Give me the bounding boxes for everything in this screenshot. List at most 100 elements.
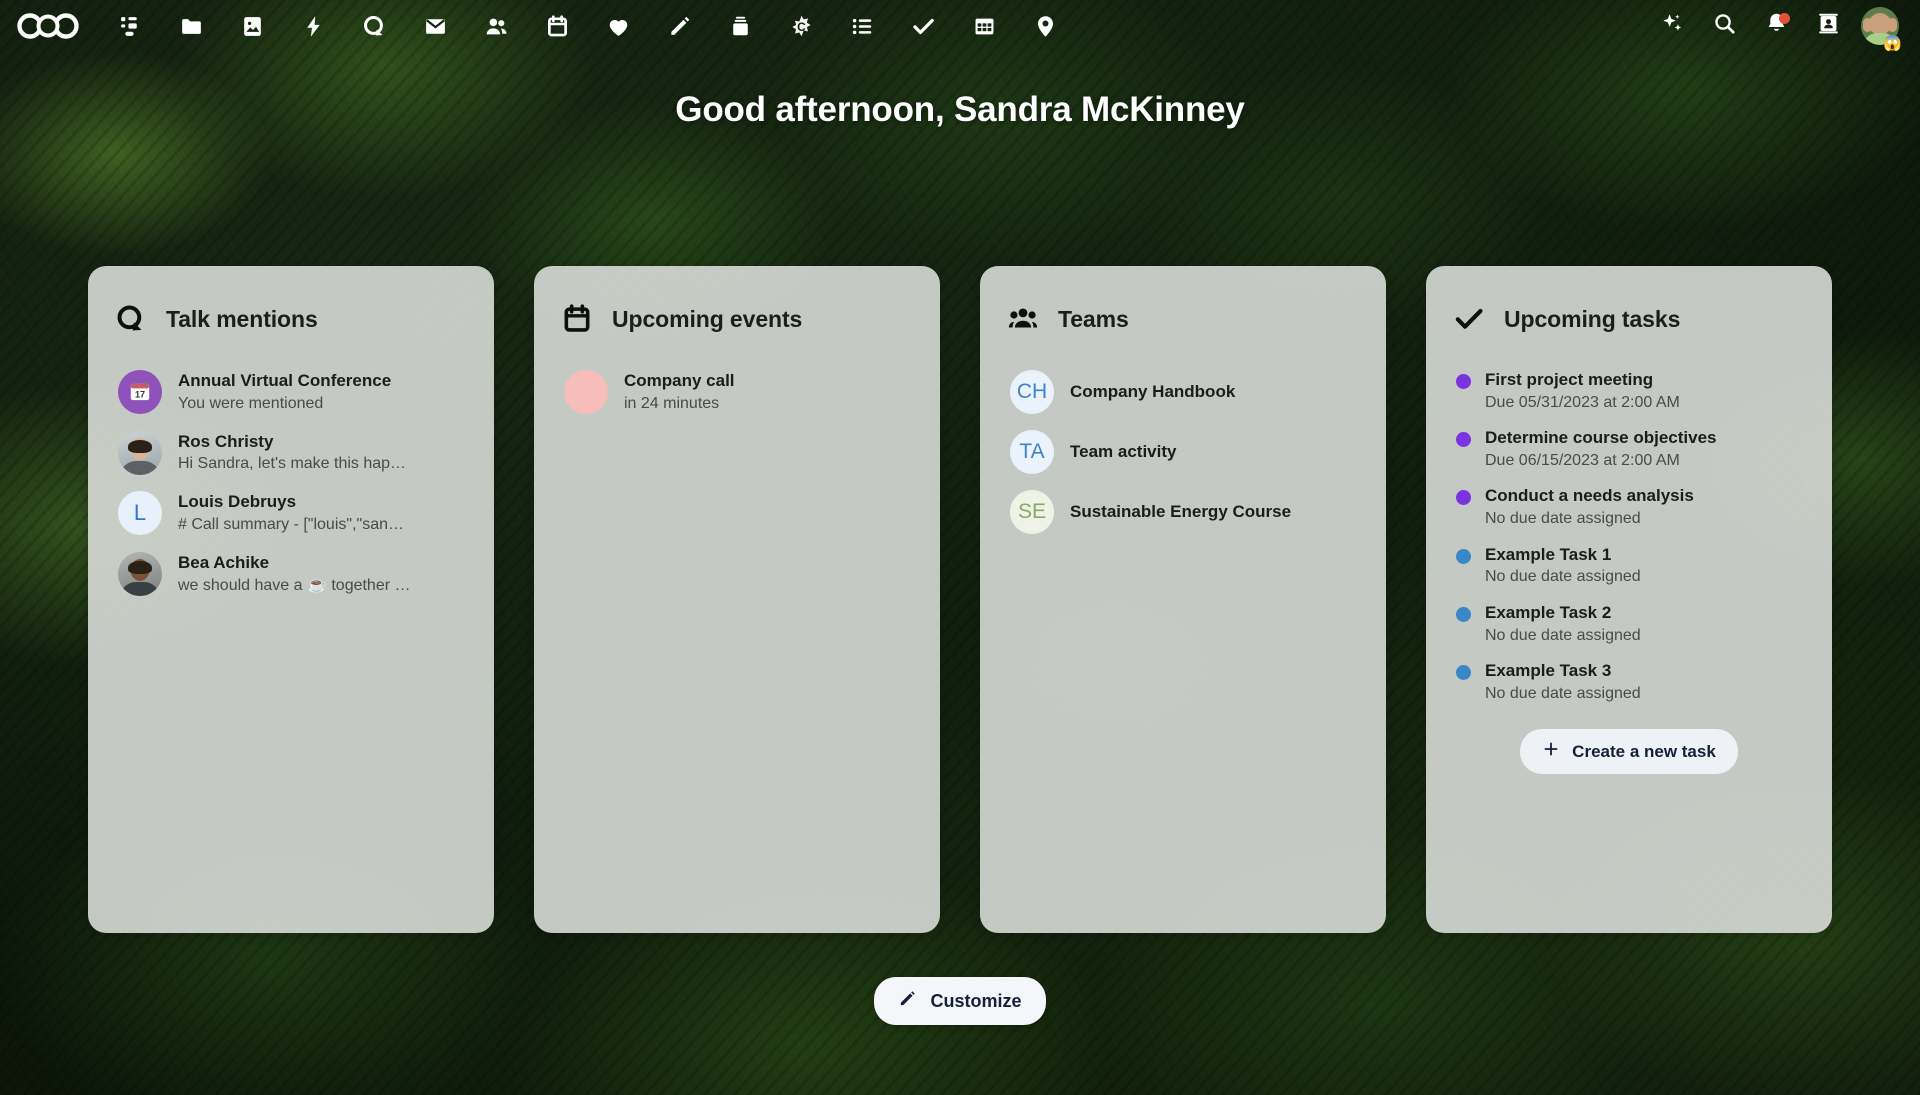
task-item[interactable]: Determine course objectives Due 06/15/20… bbox=[1452, 420, 1806, 478]
create-new-task-button[interactable]: Create a new task bbox=[1520, 729, 1738, 775]
nav-item-notes[interactable] bbox=[649, 0, 710, 52]
customize-container: Customize bbox=[0, 977, 1920, 1025]
heart-icon bbox=[606, 14, 631, 39]
task-item[interactable]: Example Task 3 No due date assigned bbox=[1452, 653, 1806, 711]
map-pin-icon bbox=[1033, 14, 1058, 39]
list-item[interactable]: Ros Christy Hi Sandra, let's make this h… bbox=[114, 423, 468, 484]
widget-teams: Teams CH Company Handbook TA Team activi… bbox=[980, 266, 1386, 933]
team-initials-avatar: CH bbox=[1010, 370, 1054, 414]
avatar-body bbox=[120, 460, 160, 475]
app-navigation-list: C bbox=[100, 0, 1076, 52]
nav-item-health[interactable] bbox=[588, 0, 649, 52]
header-actions: 😱 bbox=[1646, 0, 1920, 52]
list-item[interactable]: CH Company Handbook bbox=[1006, 362, 1360, 422]
collectives-icon: C bbox=[789, 14, 814, 39]
nav-item-collectives[interactable]: C bbox=[771, 0, 832, 52]
pencil-icon bbox=[667, 14, 692, 39]
list-item-title: Sustainable Energy Course bbox=[1070, 501, 1292, 521]
nav-item-photos[interactable] bbox=[222, 0, 283, 52]
list-item-texts: Sustainable Energy Course bbox=[1070, 501, 1356, 524]
task-title: Determine course objectives bbox=[1485, 428, 1717, 448]
contacts-icon bbox=[484, 14, 509, 39]
list-item-title: Team activity bbox=[1070, 441, 1177, 461]
lightning-icon bbox=[301, 14, 326, 39]
customize-button[interactable]: Customize bbox=[874, 977, 1046, 1025]
list-item[interactable]: Company call in 24 minutes bbox=[560, 362, 914, 423]
task-item[interactable]: First project meeting Due 05/31/2023 at … bbox=[1452, 362, 1806, 420]
task-title: Example Task 2 bbox=[1485, 602, 1612, 622]
user-avatar-button[interactable]: 😱 bbox=[1854, 0, 1906, 52]
nav-item-mail[interactable] bbox=[405, 0, 466, 52]
avatar-body bbox=[120, 581, 160, 596]
contacts-menu-button[interactable] bbox=[1802, 0, 1854, 52]
task-due-date: No due date assigned bbox=[1485, 626, 1641, 644]
contacts-card-icon bbox=[1816, 11, 1841, 41]
check-icon bbox=[911, 14, 936, 39]
nextcloud-logo[interactable] bbox=[16, 9, 80, 43]
list-item-texts: Annual Virtual Conference You were menti… bbox=[178, 370, 464, 415]
task-due-date: Due 06/15/2023 at 2:00 AM bbox=[1485, 451, 1680, 469]
task-texts: Example Task 2 No due date assigned bbox=[1485, 601, 1802, 647]
nav-item-files[interactable] bbox=[161, 0, 222, 52]
list-item[interactable]: SE Sustainable Energy Course bbox=[1006, 482, 1360, 542]
list-icon bbox=[850, 14, 875, 39]
list-item[interactable]: Bea Achike we should have a ☕ together … bbox=[114, 544, 468, 605]
list-item-texts: Company Handbook bbox=[1070, 381, 1356, 404]
list-item-texts: Team activity bbox=[1070, 441, 1356, 464]
svg-text:C: C bbox=[797, 20, 806, 34]
task-item[interactable]: Conduct a needs analysis No due date ass… bbox=[1452, 478, 1806, 536]
list-item-texts: Bea Achike we should have a ☕ together … bbox=[178, 552, 464, 597]
avatar-hair bbox=[128, 560, 152, 574]
check-icon bbox=[1452, 302, 1486, 336]
notifications-button[interactable] bbox=[1750, 0, 1802, 52]
nav-item-dashboard[interactable] bbox=[100, 0, 161, 52]
widget-title: Talk mentions bbox=[166, 305, 318, 332]
list-item-subtitle: we should have a ☕ together … bbox=[178, 576, 411, 594]
list-item-title: Ros Christy bbox=[178, 431, 274, 451]
create-new-task-label: Create a new task bbox=[1572, 741, 1716, 761]
task-due-date: No due date assigned bbox=[1485, 568, 1641, 586]
svg-text:17: 17 bbox=[135, 390, 145, 400]
team-initials-avatar: SE bbox=[1010, 490, 1054, 534]
event-color-dot bbox=[564, 370, 608, 415]
widget-header: Upcoming events bbox=[560, 292, 914, 346]
task-status-dot bbox=[1456, 490, 1471, 506]
calendar-badge-avatar: 17 bbox=[118, 370, 162, 415]
list-item-subtitle: You were mentioned bbox=[178, 394, 324, 412]
list-item[interactable]: 17 Annual Virtual Conference You were me… bbox=[114, 362, 468, 423]
list-item-subtitle: Hi Sandra, let's make this hap… bbox=[178, 455, 407, 473]
widget-header: Talk mentions bbox=[114, 292, 468, 346]
task-texts: Example Task 1 No due date assigned bbox=[1485, 543, 1802, 589]
nav-item-tables[interactable] bbox=[954, 0, 1015, 52]
nav-item-maps[interactable] bbox=[1015, 0, 1076, 52]
nav-item-activity[interactable] bbox=[283, 0, 344, 52]
search-button[interactable] bbox=[1698, 0, 1750, 52]
nav-item-lists[interactable] bbox=[832, 0, 893, 52]
task-due-date: Due 05/31/2023 at 2:00 AM bbox=[1485, 393, 1680, 411]
nav-item-talk[interactable] bbox=[344, 0, 405, 52]
avatar-arm-left bbox=[1863, 18, 1872, 33]
task-status-dot bbox=[1456, 374, 1471, 389]
contacts-icon bbox=[1006, 302, 1040, 336]
task-item[interactable]: Example Task 1 No due date assigned bbox=[1452, 537, 1806, 595]
nav-item-tasks[interactable] bbox=[893, 0, 954, 52]
folder-icon bbox=[179, 14, 204, 39]
task-texts: Example Task 3 No due date assigned bbox=[1485, 659, 1802, 705]
list-item-title: Company call bbox=[624, 371, 735, 390]
nav-item-calendar[interactable] bbox=[527, 0, 588, 52]
assistant-button[interactable] bbox=[1646, 0, 1698, 52]
nav-item-contacts[interactable] bbox=[466, 0, 527, 52]
customize-label: Customize bbox=[930, 990, 1022, 1011]
user-photo-avatar bbox=[118, 430, 162, 475]
top-navigation-bar: C 😱 bbox=[0, 0, 1920, 52]
calendar-icon bbox=[545, 14, 570, 39]
task-due-date: No due date assigned bbox=[1485, 684, 1641, 702]
page-title: Good afternoon, Sandra McKinney bbox=[675, 90, 1245, 129]
list-item[interactable]: L Louis Debruys # Call summary - ["louis… bbox=[114, 483, 468, 544]
mail-icon bbox=[423, 14, 448, 39]
widget-upcoming-tasks: Upcoming tasks First project meeting Due… bbox=[1426, 266, 1832, 933]
nav-item-deck[interactable] bbox=[710, 0, 771, 52]
task-item[interactable]: Example Task 2 No due date assigned bbox=[1452, 595, 1806, 653]
dashboard-widgets: Talk mentions 17 Annual Virtual Conferen… bbox=[88, 266, 1832, 933]
list-item[interactable]: TA Team activity bbox=[1006, 422, 1360, 482]
